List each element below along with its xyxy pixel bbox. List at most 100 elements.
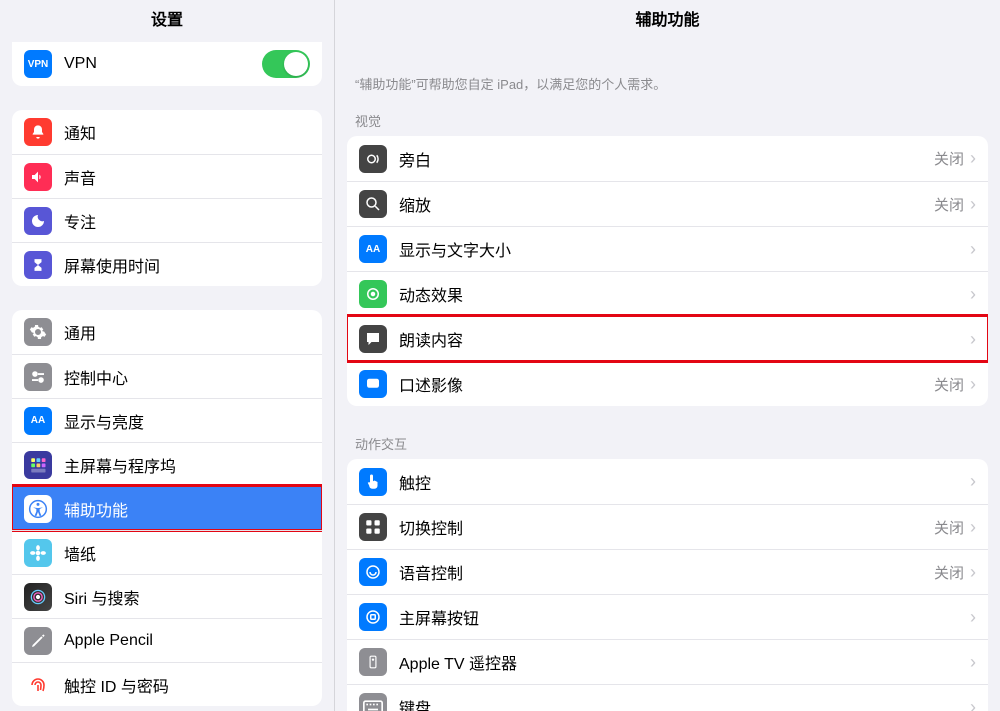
settings-sidebar: 设置 VPN VPN 通知 声音 专注 (0, 0, 335, 711)
sidebar-item-notifications[interactable]: 通知 (12, 110, 322, 154)
detail-description: “辅助功能”可帮助您自定 iPad，以满足您的个人需求。 (335, 38, 1000, 111)
chevron-right-icon: › (970, 517, 976, 538)
voice-control-value: 关闭 (934, 562, 964, 583)
detail-item-home-button[interactable]: 主屏幕按钮 › (347, 594, 988, 639)
hourglass-icon (24, 251, 52, 279)
screentime-label: 屏幕使用时间 (64, 253, 160, 277)
general-label: 通用 (64, 320, 96, 344)
sidebar-group-vpn: VPN VPN (12, 42, 322, 86)
audio-desc-icon (359, 370, 387, 398)
zoom-label: 缩放 (399, 192, 934, 216)
home-button-label: 主屏幕按钮 (399, 605, 970, 629)
speech-bubble-icon (359, 325, 387, 353)
accessibility-icon (24, 495, 52, 523)
sidebar-item-display[interactable]: AA 显示与亮度 (12, 398, 322, 442)
sliders-icon (24, 363, 52, 391)
keyboard-icon (359, 693, 387, 711)
zoom-icon (359, 190, 387, 218)
sidebar-item-vpn[interactable]: VPN VPN (12, 42, 322, 86)
vpn-icon: VPN (24, 50, 52, 78)
zoom-value: 关闭 (934, 194, 964, 215)
vpn-toggle[interactable] (262, 50, 310, 78)
accessibility-detail-pane: 辅助功能 “辅助功能”可帮助您自定 iPad，以满足您的个人需求。 视觉 旁白 … (335, 0, 1000, 711)
sidebar-group-general: 通用 控制中心 AA 显示与亮度 主屏幕与程序坞 辅助功能 (12, 310, 322, 706)
chevron-right-icon: › (970, 607, 976, 628)
chevron-right-icon: › (970, 239, 976, 260)
switch-control-icon (359, 513, 387, 541)
display-label: 显示与亮度 (64, 409, 144, 433)
audio-desc-value: 关闭 (934, 374, 964, 395)
section-label-vision: 视觉 (335, 111, 1000, 136)
sidebar-item-sound[interactable]: 声音 (12, 154, 322, 198)
touchid-label: 触控 ID 与密码 (64, 673, 169, 697)
sidebar-item-siri[interactable]: Siri 与搜索 (12, 574, 322, 618)
switch-control-label: 切换控制 (399, 515, 934, 539)
detail-item-apple-tv[interactable]: Apple TV 遥控器 › (347, 639, 988, 684)
home-button-icon (359, 603, 387, 631)
sidebar-item-touchid[interactable]: 触控 ID 与密码 (12, 662, 322, 706)
pencil-icon (24, 627, 52, 655)
detail-item-switch-control[interactable]: 切换控制 关闭 › (347, 504, 988, 549)
sidebar-item-screentime[interactable]: 屏幕使用时间 (12, 242, 322, 286)
sidebar-item-homescreen[interactable]: 主屏幕与程序坞 (12, 442, 322, 486)
chevron-right-icon: › (970, 284, 976, 305)
voice-control-label: 语音控制 (399, 560, 934, 584)
voiceover-icon (359, 145, 387, 173)
spoken-content-label: 朗读内容 (399, 327, 970, 351)
chevron-right-icon: › (970, 194, 976, 215)
sidebar-group-attention: 通知 声音 专注 屏幕使用时间 (12, 110, 322, 286)
text-aa-icon: AA (359, 235, 387, 263)
switch-control-value: 关闭 (934, 517, 964, 538)
chevron-right-icon: › (970, 562, 976, 583)
sidebar-item-pencil[interactable]: Apple Pencil (12, 618, 322, 662)
controlcenter-label: 控制中心 (64, 365, 128, 389)
sidebar-item-general[interactable]: 通用 (12, 310, 322, 354)
touch-label: 触控 (399, 470, 970, 494)
sidebar-item-controlcenter[interactable]: 控制中心 (12, 354, 322, 398)
motion-label: 动态效果 (399, 282, 970, 306)
homescreen-label: 主屏幕与程序坞 (64, 453, 176, 477)
bell-icon (24, 118, 52, 146)
vision-group: 旁白 关闭 › 缩放 关闭 › AA 显示与文字大小 › 动态效果 › (347, 136, 988, 406)
moon-icon (24, 207, 52, 235)
detail-item-audio-desc[interactable]: 口述影像 关闭 › (347, 361, 988, 406)
touch-icon (359, 468, 387, 496)
chevron-right-icon: › (970, 148, 976, 169)
motor-group: 触控 › 切换控制 关闭 › 语音控制 关闭 › 主屏幕按钮 › (347, 459, 988, 711)
text-size-icon: AA (24, 407, 52, 435)
sidebar-item-wallpaper[interactable]: 墙纸 (12, 530, 322, 574)
detail-item-motion[interactable]: 动态效果 › (347, 271, 988, 316)
detail-item-spoken-content[interactable]: 朗读内容 › (347, 316, 988, 361)
fingerprint-icon (24, 671, 52, 699)
wallpaper-label: 墙纸 (64, 541, 96, 565)
detail-title: 辅助功能 (335, 0, 1000, 38)
voiceover-value: 关闭 (934, 148, 964, 169)
display-text-label: 显示与文字大小 (399, 237, 970, 261)
detail-item-display-text[interactable]: AA 显示与文字大小 › (347, 226, 988, 271)
voice-control-icon (359, 558, 387, 586)
notifications-label: 通知 (64, 120, 96, 144)
sidebar-item-focus[interactable]: 专注 (12, 198, 322, 242)
detail-item-zoom[interactable]: 缩放 关闭 › (347, 181, 988, 226)
siri-icon (24, 583, 52, 611)
sidebar-title: 设置 (0, 0, 334, 38)
chevron-right-icon: › (970, 471, 976, 492)
sidebar-item-accessibility[interactable]: 辅助功能 (12, 486, 322, 530)
flower-icon (24, 539, 52, 567)
detail-item-voiceover[interactable]: 旁白 关闭 › (347, 136, 988, 181)
speaker-icon (24, 163, 52, 191)
audio-desc-label: 口述影像 (399, 372, 934, 396)
detail-item-keyboard[interactable]: 键盘 › (347, 684, 988, 711)
keyboard-label: 键盘 (399, 695, 970, 711)
gear-icon (24, 318, 52, 346)
voiceover-label: 旁白 (399, 147, 934, 171)
app-grid-icon (24, 451, 52, 479)
chevron-right-icon: › (970, 374, 976, 395)
chevron-right-icon: › (970, 329, 976, 350)
sound-label: 声音 (64, 165, 96, 189)
detail-item-touch[interactable]: 触控 › (347, 459, 988, 504)
motion-icon (359, 280, 387, 308)
vpn-label: VPN (64, 55, 97, 73)
accessibility-label: 辅助功能 (64, 497, 128, 521)
detail-item-voice-control[interactable]: 语音控制 关闭 › (347, 549, 988, 594)
